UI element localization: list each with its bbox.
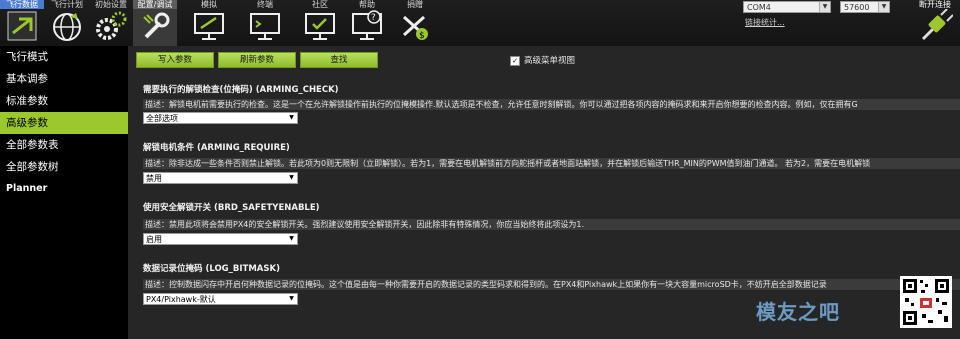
tool-community[interactable]: 社区 bbox=[298, 0, 342, 46]
chevron-down-icon: ▼ bbox=[819, 2, 830, 12]
port-select[interactable]: COM4 ▼ bbox=[743, 1, 831, 13]
param-description: 描述：禁用此项将会禁用PX4的安全解锁开关。强烈建议使用安全解锁开关，因此除非有… bbox=[143, 219, 960, 230]
sidebar-item-flight-modes[interactable]: 飞行模式 bbox=[0, 46, 128, 68]
param-value: 启用 bbox=[146, 235, 162, 244]
baud-select[interactable]: 57600 ▼ bbox=[840, 1, 890, 13]
tool-label: 初始设置 bbox=[95, 0, 127, 9]
refresh-params-button[interactable]: 刷新参数 bbox=[218, 52, 296, 68]
param-value: PX4/Pixhawk-默认 bbox=[146, 295, 216, 304]
advanced-view-toggle[interactable]: ✓ 高级菜单视图 bbox=[510, 54, 575, 66]
tool-label: 终端 bbox=[257, 0, 273, 9]
chevron-down-icon: ▼ bbox=[289, 235, 294, 242]
param-title: 需要执行的解锁检查(位掩码) (ARMING_CHECK) bbox=[143, 85, 339, 95]
disconnect-label: 断开连接 bbox=[919, 0, 951, 9]
donate-icon: $ bbox=[402, 15, 428, 41]
link-stats-link[interactable]: 链接统计... bbox=[745, 17, 785, 28]
param-value: 全部选项 bbox=[146, 114, 178, 123]
watermark-logo: 模友之吧 bbox=[756, 300, 840, 324]
port-value: COM4 bbox=[747, 3, 771, 12]
chevron-down-icon: ▼ bbox=[289, 114, 294, 121]
tool-config-tuning[interactable]: 配置/调试 bbox=[133, 0, 177, 46]
chevron-down-icon: ▼ bbox=[289, 295, 294, 302]
advanced-view-label: 高级菜单视图 bbox=[524, 56, 576, 66]
sidebar-item-full-param-tree[interactable]: 全部参数树 bbox=[0, 156, 128, 178]
tool-help[interactable]: 帮助 ? bbox=[345, 0, 389, 46]
tool-simulation[interactable]: 模拟 bbox=[187, 0, 231, 46]
help-icon: ? bbox=[352, 10, 382, 40]
param-title: 解锁电机条件 (ARMING_REQUIRE) bbox=[143, 143, 290, 153]
param-description: 描述：解锁电机前需要执行的检查。这是一个在允许解锁操作前执行的位掩模操作.默认选… bbox=[143, 99, 960, 110]
wrench-icon bbox=[143, 12, 170, 39]
simulation-icon bbox=[194, 13, 224, 40]
param-value-select[interactable]: PX4/Pixhawk-默认 ▼ bbox=[143, 293, 298, 305]
tool-label: 社区 bbox=[312, 0, 328, 9]
param-description: 描述：除非达成一些条件否则禁止解锁。若此项为0则无限制（立即解锁）。若为1，需要… bbox=[143, 158, 960, 169]
param-description: 描述：控制数据闪存中开启何种数据记录的位掩码。这个值是由每一种你需要开启的数据记… bbox=[143, 279, 960, 290]
tool-label: 模拟 bbox=[201, 0, 217, 9]
tool-flight-data[interactable]: 飞行数据 bbox=[0, 0, 44, 46]
sidebar-item-full-param-list[interactable]: 全部参数表 bbox=[0, 134, 128, 156]
tool-label: 帮助 bbox=[359, 0, 375, 9]
write-params-button[interactable]: 写入参数 bbox=[136, 52, 214, 68]
chevron-down-icon: ▼ bbox=[878, 2, 889, 12]
svg-text:?: ? bbox=[371, 13, 376, 23]
chevron-down-icon: ▼ bbox=[289, 174, 294, 181]
qr-code-icon bbox=[903, 279, 949, 325]
disconnect-button[interactable]: 断开连接 bbox=[912, 0, 958, 46]
tool-label: 配置/调试 bbox=[133, 0, 177, 9]
param-value: 禁用 bbox=[146, 174, 162, 183]
gears-icon bbox=[96, 11, 127, 40]
tool-terminal[interactable]: 终端 bbox=[243, 0, 287, 46]
globe-icon bbox=[53, 13, 81, 41]
tool-label: 捐赠 bbox=[407, 0, 423, 9]
sidebar: 飞行模式 基本调参 标准参数 高级参数 全部参数表 全部参数树 Planner bbox=[0, 46, 136, 339]
param-title: 数据记录位掩码 (LOG_BITMASK) bbox=[143, 264, 280, 274]
tool-initial-setup[interactable]: 初始设置 bbox=[89, 0, 133, 46]
param-value-select[interactable]: 启用 ▼ bbox=[143, 233, 298, 245]
param-title: 使用安全解锁开关 (BRD_SAFETYENABLE) bbox=[143, 203, 320, 213]
checkbox-checked-icon[interactable]: ✓ bbox=[510, 55, 520, 66]
baud-value: 57600 bbox=[844, 3, 870, 12]
community-icon bbox=[305, 13, 335, 40]
sidebar-item-planner[interactable]: Planner bbox=[0, 178, 128, 200]
terminal-icon bbox=[250, 13, 280, 40]
tool-flight-plan[interactable]: 飞行计划 bbox=[45, 0, 89, 46]
plug-icon bbox=[921, 8, 954, 41]
tool-donate[interactable]: 捐赠 $ bbox=[393, 0, 437, 46]
param-value-select[interactable]: 全部选项 ▼ bbox=[143, 112, 298, 124]
flight-data-icon bbox=[7, 11, 37, 41]
sidebar-item-advanced-params[interactable]: 高级参数 bbox=[0, 112, 136, 134]
svg-text:$: $ bbox=[419, 31, 425, 41]
main-toolbar: 飞行数据 飞行计划 初始设置 配置/调试 模拟 终端 社区 帮助 ? 捐赠 $ … bbox=[0, 0, 960, 47]
sidebar-item-standard-params[interactable]: 标准参数 bbox=[0, 90, 128, 112]
find-button[interactable]: 查找 bbox=[300, 52, 378, 68]
qr-code bbox=[900, 276, 952, 328]
tool-label: 飞行数据 bbox=[0, 0, 44, 9]
tool-label: 飞行计划 bbox=[51, 0, 83, 9]
sidebar-item-basic-tuning[interactable]: 基本调参 bbox=[0, 68, 128, 90]
param-value-select[interactable]: 禁用 ▼ bbox=[143, 172, 298, 184]
